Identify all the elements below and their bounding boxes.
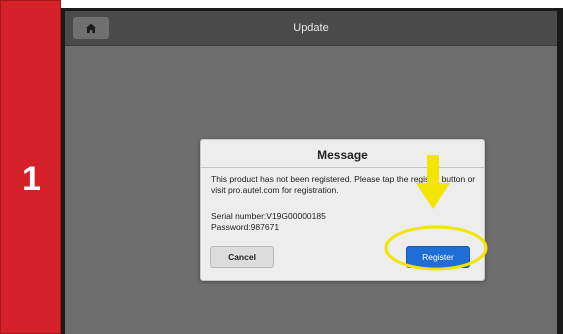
serial-number: Serial number:V19G00000185 <box>211 211 326 221</box>
step-number: 1 <box>22 160 41 198</box>
page-title: Update <box>293 22 329 34</box>
step-bar: 1 <box>0 0 61 334</box>
dialog-title: Message <box>317 148 368 162</box>
titlebar: Update <box>65 11 557 46</box>
message-dialog: Message This product has not been regist… <box>200 139 485 281</box>
dialog-message: This product has not been registered. Pl… <box>211 174 476 195</box>
tablet-frame: Update Message This product has not been… <box>61 8 563 334</box>
tablet-screen: Update Message This product has not been… <box>65 11 557 334</box>
cancel-button[interactable]: Cancel <box>210 246 274 268</box>
dialog-divider <box>201 167 484 168</box>
password: Password:987671 <box>211 222 280 232</box>
register-button[interactable]: Register <box>406 246 470 268</box>
